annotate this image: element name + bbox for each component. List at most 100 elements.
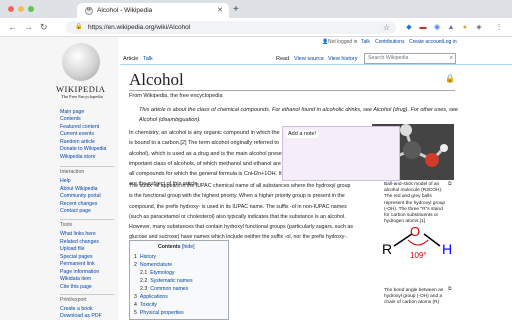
tab-talk[interactable]: Talk <box>143 56 153 62</box>
sidebar-item-wikidata-item[interactable]: Wikidata item <box>60 276 91 282</box>
address-bar[interactable]: 🔒 https://en.wikipedia.org/wiki/Alcohol … <box>66 21 396 34</box>
note-title[interactable]: Add a note! <box>286 130 319 138</box>
personal-contributions-link[interactable]: Contributions <box>375 39 404 45</box>
toc-item[interactable]: 2.1 Etymology <box>140 270 174 276</box>
toc-title-text: Contents <box>158 244 181 250</box>
add-note-popup[interactable]: Add a note! <box>282 126 400 181</box>
paragraph-line: However, many substances that contain hy… <box>129 224 354 231</box>
menu-kebab-icon[interactable]: ⋮ <box>494 22 504 33</box>
sidebar-item-donate[interactable]: Donate to Wikipedia <box>60 146 106 152</box>
extension-icon[interactable]: ▲ <box>446 22 456 33</box>
tab-article[interactable]: Article <box>123 56 138 62</box>
back-button[interactable]: ← <box>8 21 17 34</box>
sidebar-item-download-pdf[interactable]: Download as PDF <box>60 313 102 319</box>
new-tab-button[interactable]: + <box>233 3 239 17</box>
sidebar-heading-interaction: Interaction <box>60 169 85 175</box>
personal-not-logged-in: Not logged in <box>328 39 358 45</box>
sidebar-item-page-information[interactable]: Page information <box>60 269 99 275</box>
protection-lock-icon[interactable]: 🔒 <box>445 74 455 83</box>
extension-flag-icon[interactable]: ▬ <box>418 22 428 33</box>
sidebar-item-community-portal[interactable]: Community portal <box>60 193 101 199</box>
paragraph-line: The suffix -ol appears in the IUPAC chem… <box>129 183 351 189</box>
toolbar: ← → ↻ 🔒 https://en.wikipedia.org/wiki/Al… <box>0 18 512 37</box>
wikipedia-favicon-icon: W <box>85 7 93 15</box>
url-text: https://en.wikipedia.org/wiki/Alcohol <box>88 24 191 31</box>
infobox-caption-1: Ball-and-stick model of an alcohol molec… <box>384 182 446 225</box>
title-divider <box>129 90 455 91</box>
hydroxyl-bond-angle-svg: R O H 109° <box>382 224 452 260</box>
atom-o: O <box>410 224 420 239</box>
sidebar-divider <box>60 294 114 295</box>
wikipedia-globe-logo[interactable] <box>62 43 100 81</box>
enlarge-icon[interactable]: ⧉ <box>448 181 452 187</box>
sidebar-item-contents[interactable]: Contents <box>60 116 81 122</box>
forward-button[interactable]: → <box>24 21 33 34</box>
browser-tab-strip: W Alcohol - Wikipedia ✕ + <box>0 0 512 18</box>
close-window-button[interactable] <box>8 6 14 12</box>
tab-view-history[interactable]: View history <box>328 56 358 62</box>
toc-item[interactable]: 1 History <box>134 254 156 260</box>
sidebar-item-cite-page[interactable]: Cite this page <box>60 284 92 290</box>
personal-talk-link[interactable]: Talk <box>361 39 370 45</box>
search-placeholder: Search Wikipedia <box>368 55 409 61</box>
reload-button[interactable]: ↻ <box>40 21 48 34</box>
extension-icon[interactable]: ◆ <box>404 22 414 33</box>
bond-angle-diagram[interactable]: R O H 109° <box>378 224 460 284</box>
sidebar-item-help[interactable]: Help <box>60 178 71 184</box>
toc-item[interactable]: 4 Toxicity <box>134 302 157 308</box>
sidebar <box>0 37 118 320</box>
browser-tab-active[interactable]: W Alcohol - Wikipedia ✕ <box>77 3 229 18</box>
toc-item[interactable]: 2 Nomenclature <box>134 262 172 268</box>
search-input[interactable]: Search Wikipedia ⌕ <box>364 53 456 64</box>
atom-r: R <box>382 241 392 257</box>
toc-item[interactable]: 5 Physical properties <box>134 310 184 316</box>
search-icon[interactable]: ⌕ <box>450 54 453 63</box>
page-title: Alcohol <box>129 70 184 89</box>
tab-read[interactable]: Read <box>276 56 289 62</box>
sidebar-item-create-book[interactable]: Create a book <box>60 306 93 312</box>
sidebar-item-upload-file[interactable]: Upload file <box>60 246 85 252</box>
sidebar-item-main-page[interactable]: Main page <box>60 109 84 115</box>
extension-icon[interactable]: ● <box>460 22 470 33</box>
logo-tagline: The Free Encyclopedia <box>61 94 103 99</box>
extension-icon[interactable]: ◉ <box>432 22 442 33</box>
sidebar-item-featured-content[interactable]: Featured content <box>60 124 99 130</box>
tab-underline <box>120 64 512 65</box>
atom-h: H <box>442 241 452 257</box>
sidebar-item-special-pages[interactable]: Special pages <box>60 254 93 260</box>
paragraph-line: (such as paracetamol or cholesterol) als… <box>129 213 346 220</box>
bookmark-star-icon[interactable]: ☆ <box>383 21 390 34</box>
paragraph-line: compound, the prefix hydroxy- is used in… <box>129 203 347 210</box>
table-of-contents: Contents [hide] 1 History 2 Nomenclature 2… <box>129 240 229 320</box>
enlarge-icon[interactable]: ⧉ <box>448 286 452 292</box>
close-tab-icon[interactable]: ✕ <box>217 3 223 18</box>
personal-create-account-link[interactable]: Create account <box>409 39 443 45</box>
infobox-caption-2: The bond angle between an hydroxyl group… <box>384 288 444 306</box>
paragraph-line: is the functional group with the highest… <box>129 193 345 200</box>
minimize-window-button[interactable] <box>18 6 24 12</box>
toc-item[interactable]: 2.2 Systematic names <box>140 278 193 284</box>
maximize-window-button[interactable] <box>28 6 34 12</box>
lock-icon[interactable]: 🔒 <box>75 21 82 34</box>
personal-log-in-link[interactable]: Log in <box>443 39 457 45</box>
toc-item[interactable]: 3 Applications <box>134 294 168 300</box>
sidebar-item-about[interactable]: About Wikipedia <box>60 186 98 192</box>
sidebar-item-current-events[interactable]: Current events <box>60 131 94 137</box>
extension-puzzle-icon[interactable]: ◈ <box>474 22 484 33</box>
logo-wordmark: WIKIPEDIA <box>56 84 106 94</box>
tab-view-source[interactable]: View source <box>294 56 324 62</box>
tab-title: Alcohol - Wikipedia <box>97 7 153 14</box>
toc-hide-link[interactable]: [hide] <box>182 244 195 250</box>
sidebar-item-recent-changes[interactable]: Recent changes <box>60 201 98 207</box>
sidebar-item-contact[interactable]: Contact page <box>60 208 91 214</box>
page-tagline: From Wikipedia, the free encyclopedia <box>129 93 223 99</box>
sidebar-item-what-links-here[interactable]: What links here <box>60 231 96 237</box>
toc-item[interactable]: 2.3 Common names <box>140 286 188 292</box>
sidebar-item-random-article[interactable]: Random article <box>60 139 95 145</box>
hatnote: This article is about the class of chemi… <box>139 107 458 123</box>
sidebar-item-store[interactable]: Wikipedia store <box>60 154 95 160</box>
bond-angle-label: 109° <box>410 251 427 260</box>
sidebar-item-related-changes[interactable]: Related changes <box>60 239 99 245</box>
suffix-paragraph: The suffix -ol appears in the IUPAC chem… <box>129 181 374 243</box>
sidebar-item-permanent-link[interactable]: Permanent link <box>60 261 95 267</box>
